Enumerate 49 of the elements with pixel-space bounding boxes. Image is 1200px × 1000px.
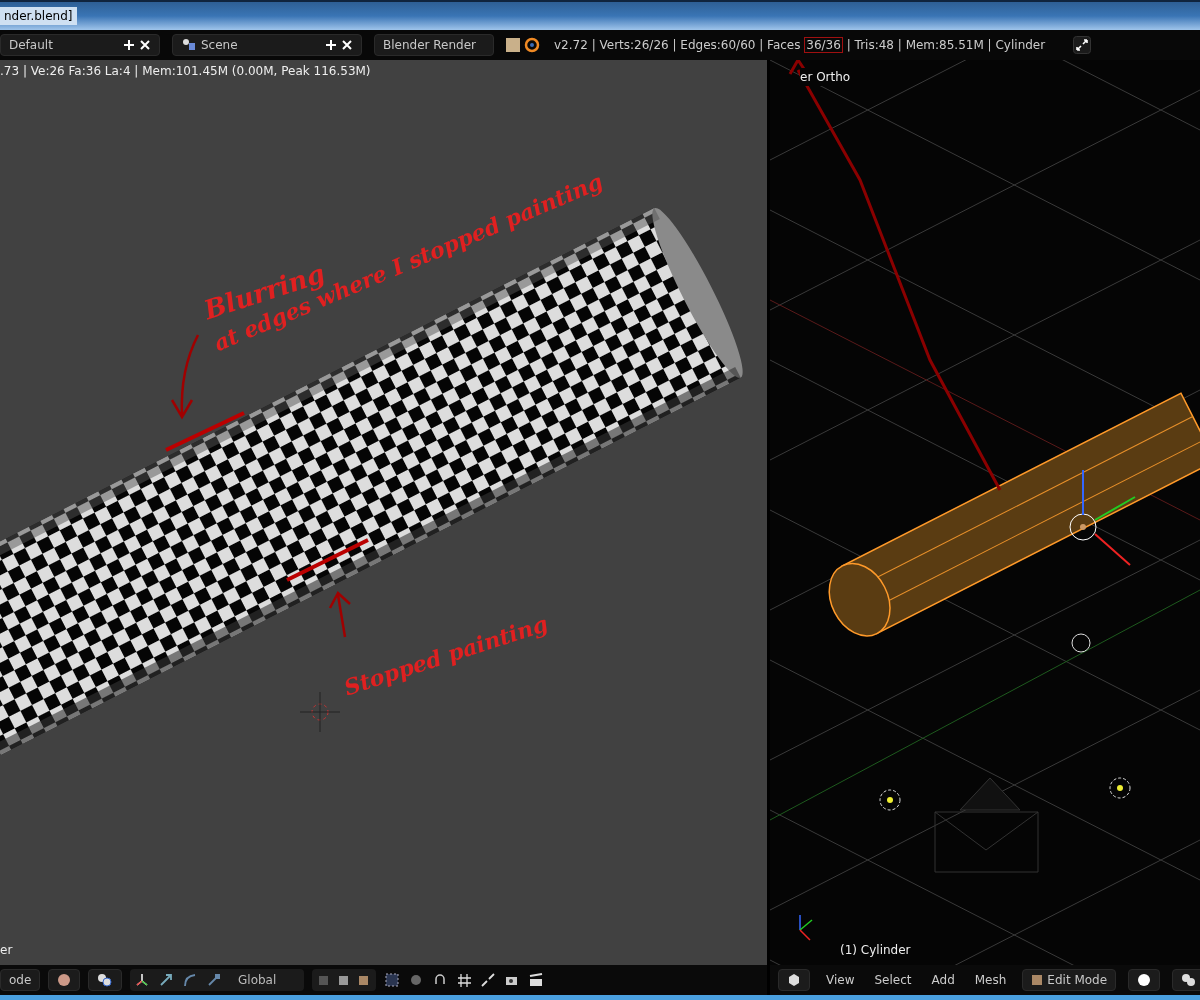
scale-handle-icon[interactable]: [206, 972, 222, 988]
transform-orientation-dropdown[interactable]: Global: [230, 971, 300, 989]
arrow-icon[interactable]: [158, 972, 174, 988]
cube-icon: [787, 973, 801, 987]
sphere-icon: [1137, 973, 1152, 987]
pivot-icon: [1181, 973, 1198, 987]
annotation-arrow: [328, 591, 352, 639]
transform-gizmo-icon: [1069, 469, 1136, 566]
scene-statistics: v2.72 | Verts:26/26 | Edges:60/60 | Faces 36/36 | Tris:48 | Mem:85.51M | Cylinder: [554, 36, 1046, 54]
rotate-arc-icon[interactable]: [182, 972, 198, 988]
axis-gizmo-icon: [799, 914, 813, 941]
menu-item[interactable]: Select: [870, 971, 916, 989]
pivot-icon: [97, 973, 113, 987]
pivot-dropdown[interactable]: [1172, 969, 1200, 991]
close-icon: [139, 39, 151, 51]
menu-item[interactable]: View: [822, 971, 859, 989]
corner-label: er: [0, 942, 13, 959]
menu-item[interactable]: Add: [927, 971, 959, 989]
view-label: er Ortho: [800, 68, 851, 86]
lamp-icon: [879, 789, 901, 811]
render-info-text: .73 | Ve:26 Fa:36 La:4 | Mem:101.45M (0.00M, Peak 116.53M): [0, 63, 371, 80]
origin-marker-icon: [1071, 633, 1091, 653]
edit-mode-icon: [1031, 973, 1044, 987]
window-title: nder.blend]: [0, 7, 77, 25]
viewport-shading-dropdown[interactable]: [1128, 969, 1161, 991]
add-icon: [325, 39, 337, 51]
viewport-shading-dropdown[interactable]: [48, 969, 80, 991]
pivot-dropdown[interactable]: [88, 969, 122, 991]
close-icon: [341, 39, 353, 51]
object-label: (1) Cylinder: [840, 942, 911, 959]
mode-dropdown[interactable]: ode: [0, 969, 40, 991]
sphere-icon: [57, 973, 71, 987]
add-icon: [123, 39, 135, 51]
fullscreen-icon[interactable]: [1073, 36, 1092, 54]
proportional-icon[interactable]: [408, 972, 424, 988]
scene-icon: [181, 38, 197, 52]
occlude-icon[interactable]: [384, 972, 400, 988]
menu-item[interactable]: Mesh: [970, 971, 1011, 989]
snap-grid-icon[interactable]: [456, 972, 472, 988]
lamp-icon: [1109, 777, 1131, 799]
scene-field[interactable]: Scene: [172, 34, 362, 56]
render-engine-dropdown[interactable]: Blender Render: [374, 34, 494, 56]
clapperboard-icon[interactable]: [528, 972, 544, 988]
blender-logo-icon: [506, 37, 542, 53]
editor-type-dropdown[interactable]: [778, 969, 810, 991]
mode-dropdown[interactable]: Edit Mode: [1022, 969, 1117, 991]
3d-cursor-icon: [299, 691, 341, 733]
axis-manipulator-icon[interactable]: [134, 972, 150, 988]
screen-layout-field[interactable]: Default: [0, 34, 160, 56]
